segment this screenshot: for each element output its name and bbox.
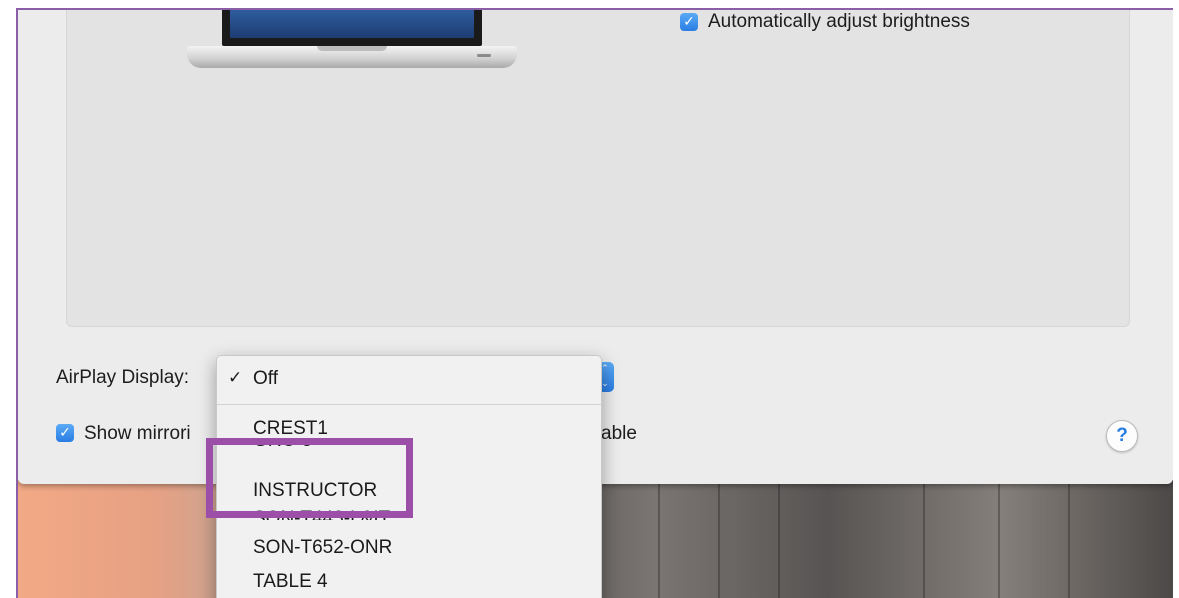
menu-item-label: Off xyxy=(253,368,278,389)
display-settings-panel xyxy=(66,10,1130,327)
screenshot-frame: ✓ Automatically adjust brightness AirPla… xyxy=(16,8,1173,598)
instructor-highlight-box xyxy=(206,438,413,518)
auto-brightness-label: Automatically adjust brightness xyxy=(708,11,970,32)
menu-item-label: SON-T652-ONR xyxy=(253,537,393,558)
menu-separator xyxy=(217,404,601,405)
menu-item-label: TABLE 4 xyxy=(253,571,328,592)
laptop-display-image xyxy=(187,10,517,72)
auto-brightness-checkbox[interactable]: ✓ xyxy=(680,13,698,31)
show-mirroring-label: Show mirrori xyxy=(84,423,191,444)
help-button[interactable]: ? xyxy=(1106,420,1138,452)
airplay-display-label: AirPlay Display: xyxy=(56,367,190,388)
checkmark-icon: ✓ xyxy=(228,368,243,388)
show-mirroring-checkbox[interactable]: ✓ xyxy=(56,424,74,442)
menu-item-label: CREST1 xyxy=(253,418,328,439)
